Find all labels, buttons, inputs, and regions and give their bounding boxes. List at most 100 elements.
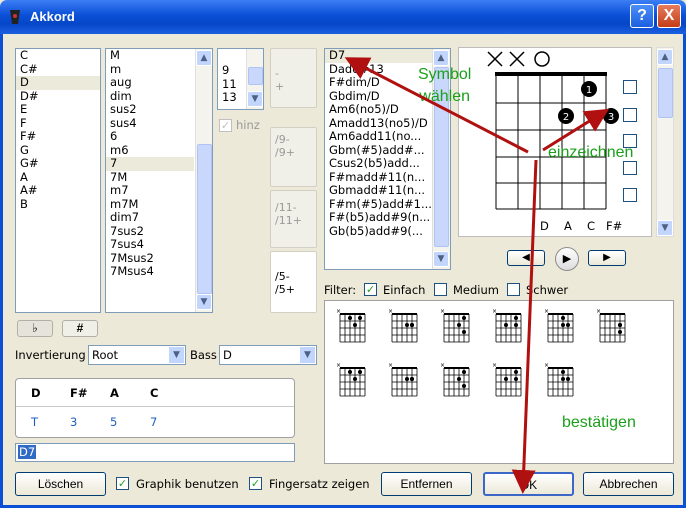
symbol-item[interactable]: Am6add11(no... [325, 130, 432, 144]
loeschen-button[interactable]: Löschen [15, 472, 106, 496]
scroll-up-icon[interactable]: ▲ [196, 50, 212, 66]
root-item[interactable]: D# [16, 90, 100, 104]
scroll-thumb[interactable] [248, 67, 263, 85]
chord-variant-thumbnail[interactable]: × [594, 306, 634, 346]
string-checkbox[interactable] [623, 108, 637, 122]
type-item[interactable]: m7M [106, 198, 194, 212]
root-item[interactable]: A# [16, 184, 100, 198]
symbol-item[interactable]: Dadd#13 [325, 63, 432, 77]
abbrechen-button[interactable]: Abbrechen [583, 472, 674, 496]
help-button[interactable]: ? [630, 4, 654, 28]
diagram-scrollbar[interactable]: ▲ ▼ [656, 47, 674, 237]
type-item[interactable]: m7 [106, 184, 194, 198]
type-item[interactable]: 7Msus2 [106, 252, 194, 266]
chord-variant-thumbnail[interactable]: × [386, 360, 426, 400]
symbol-item[interactable]: Gb(b5)add#9(... [325, 225, 432, 239]
tile-9[interactable]: /9- /9+ [270, 127, 317, 187]
chord-variant-thumbnail[interactable]: × [490, 360, 530, 400]
chevron-down-icon[interactable]: ▼ [168, 346, 185, 364]
string-checkbox[interactable] [623, 188, 637, 202]
hinz-checkbox[interactable]: ✓ [219, 119, 232, 132]
filter-schwer-checkbox[interactable] [507, 283, 520, 296]
scroll-down-icon[interactable]: ▼ [657, 220, 673, 236]
filter-medium-checkbox[interactable] [434, 283, 447, 296]
extension-scrollbar[interactable]: ▼ [246, 49, 263, 109]
extension-item[interactable]: 11 [218, 78, 246, 92]
prev-button[interactable]: ◀ [507, 250, 545, 266]
scroll-thumb[interactable] [658, 68, 673, 118]
play-button[interactable]: ▶ [555, 247, 579, 271]
extension-item[interactable]: 9 [218, 64, 246, 78]
tile-plus-minus[interactable]: - + [270, 48, 317, 108]
symbol-item[interactable]: Gbdim/D [325, 90, 432, 104]
symbol-item[interactable]: Am6(no5)/D [325, 103, 432, 117]
chord-variant-thumbnail[interactable]: × [438, 360, 478, 400]
type-item[interactable]: 7sus4 [106, 238, 194, 252]
type-item[interactable]: 6 [106, 130, 194, 144]
root-item[interactable]: G# [16, 157, 100, 171]
symbol-item[interactable]: F#dim/D [325, 76, 432, 90]
type-item[interactable]: 7sus2 [106, 225, 194, 239]
chevron-down-icon[interactable]: ▼ [299, 346, 316, 364]
bass-select[interactable]: D ▼ [219, 345, 317, 365]
type-item[interactable]: dim7 [106, 211, 194, 225]
root-item[interactable]: B [16, 198, 100, 212]
chord-variant-thumbnail[interactable]: × [334, 360, 374, 400]
symbol-item[interactable]: Csus2(b5)add... [325, 157, 432, 171]
root-item[interactable]: F# [16, 130, 100, 144]
ok-button[interactable]: OK [483, 472, 574, 496]
extension-item[interactable]: 13 [218, 91, 246, 105]
next-button[interactable]: ▶ [588, 250, 626, 266]
root-item[interactable]: C# [16, 63, 100, 77]
type-item[interactable]: dim [106, 90, 194, 104]
type-item[interactable]: M [106, 49, 194, 63]
symbol-item[interactable]: Amadd13(no5)/D [325, 117, 432, 131]
symbol-item[interactable]: D7 [325, 49, 432, 63]
root-item[interactable]: G [16, 144, 100, 158]
type-list-scrollbar[interactable]: ▲ ▼ [195, 49, 212, 312]
scroll-down-icon[interactable]: ▼ [433, 251, 449, 267]
type-item[interactable]: m [106, 63, 194, 77]
symbol-item[interactable]: F#m(#5)add#1... [325, 198, 432, 212]
scroll-down-icon[interactable]: ▼ [196, 294, 212, 310]
chord-type-list[interactable]: Mm aug dim sus2 sus4 6 m6 7 7M m7 m7M dim7 7sus2 7sus… [105, 48, 213, 313]
root-item[interactable]: E [16, 103, 100, 117]
root-item[interactable]: C [16, 49, 100, 63]
graphik-checkbox[interactable]: ✓ [116, 477, 129, 490]
type-item[interactable]: 7Msus4 [106, 265, 194, 279]
symbol-item[interactable]: F#madd#11(n... [325, 171, 432, 185]
entfernen-button[interactable]: Entfernen [381, 472, 472, 496]
chord-name-field[interactable]: D7 [15, 443, 295, 462]
root-item[interactable]: F [16, 117, 100, 131]
type-item[interactable]: 7 [106, 157, 194, 171]
type-item[interactable]: sus2 [106, 103, 194, 117]
root-item[interactable]: A [16, 171, 100, 185]
tile-5[interactable]: /5- /5+ [270, 251, 317, 313]
symbol-item[interactable]: Gbmadd#11(n... [325, 184, 432, 198]
scroll-up-icon[interactable]: ▲ [657, 49, 673, 65]
root-list[interactable]: C C# D D# E F F# G G# A A# B [15, 48, 101, 313]
extension-list[interactable]: 9 11 13 ▼ [217, 48, 264, 110]
sharp-button[interactable]: # [62, 320, 98, 337]
chord-variant-thumbnail[interactable]: × [542, 306, 582, 346]
tile-11[interactable]: /11- /11+ [270, 190, 317, 248]
symbol-item[interactable]: F#(b5)add#9(n... [325, 211, 432, 225]
root-item[interactable]: D [16, 76, 100, 90]
string-checkbox[interactable] [623, 80, 637, 94]
close-button[interactable]: X [657, 4, 681, 28]
type-item[interactable]: sus4 [106, 117, 194, 131]
string-checkbox[interactable] [623, 161, 637, 175]
type-item[interactable]: aug [106, 76, 194, 90]
filter-einfach-checkbox[interactable]: ✓ [364, 283, 377, 296]
invert-select[interactable]: Root ▼ [88, 345, 186, 365]
flat-button[interactable]: ♭ [17, 320, 53, 337]
scroll-thumb[interactable] [197, 144, 212, 294]
chord-variant-thumbnail[interactable]: × [438, 306, 478, 346]
chord-variant-thumbnail[interactable]: × [334, 306, 374, 346]
fingersatz-checkbox[interactable]: ✓ [249, 477, 262, 490]
symbol-item[interactable]: Gbm(#5)add#... [325, 144, 432, 158]
type-item[interactable]: 7M [106, 171, 194, 185]
chord-variant-thumbnail[interactable]: × [490, 306, 530, 346]
type-item[interactable]: m6 [106, 144, 194, 158]
chord-variant-thumbnail[interactable]: × [386, 306, 426, 346]
